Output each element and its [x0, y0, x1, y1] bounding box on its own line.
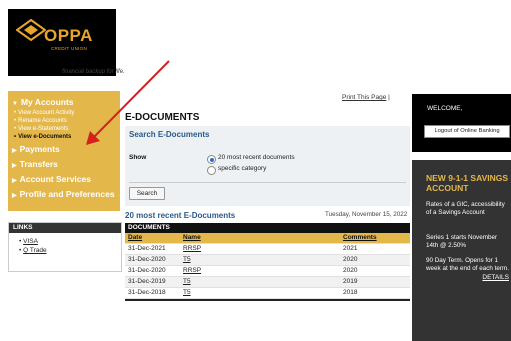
details-link[interactable]: DETAILS: [482, 274, 509, 281]
logo[interactable]: OPPA CREDIT UNION: [8, 9, 116, 76]
logout-button[interactable]: Logout of Online Banking: [424, 125, 510, 138]
links-box: LINKS • VISA • Q Trade: [8, 222, 122, 272]
print-page-link[interactable]: Print This Page |: [342, 94, 390, 101]
bullet-icon: •: [14, 110, 17, 116]
divider: [129, 182, 406, 183]
table-row: 31-Dec-2018 T5 2018: [125, 288, 410, 299]
search-title: Search E-Documents: [129, 130, 210, 139]
chevron-right-icon: ▶: [12, 178, 17, 184]
show-label: Show: [129, 154, 147, 161]
nav-account-services[interactable]: ▶ Account Services: [12, 174, 91, 184]
welcome-box: WELCOME, Logout of Online Banking: [412, 94, 511, 152]
bullet-icon: •: [14, 134, 17, 140]
table-row: 31-Dec-2021 RRSP 2021: [125, 244, 410, 255]
document-link[interactable]: T5: [183, 288, 191, 298]
link-qtrade[interactable]: • Q Trade: [19, 247, 47, 254]
links-header: LINKS: [9, 223, 121, 233]
chevron-right-icon: ▶: [12, 163, 17, 169]
promo-text: 90 Day Term. Opens for 1 week at the end…: [426, 257, 509, 272]
links-title: LINKS: [13, 224, 33, 231]
nav-my-accounts[interactable]: ▼ My Accounts: [12, 97, 74, 107]
chevron-right-icon: ▶: [12, 193, 17, 199]
brand-name: OPPA: [44, 26, 93, 45]
nav-view-e-documents[interactable]: • View e-Documents: [14, 134, 71, 140]
bullet-icon: •: [14, 126, 17, 132]
chevron-down-icon: ▼: [12, 101, 18, 107]
page-title: E-DOCUMENTS: [125, 112, 200, 123]
brand-sub: CREDIT UNION: [51, 46, 88, 51]
document-link[interactable]: T5: [183, 255, 191, 265]
document-link[interactable]: RRSP: [183, 244, 201, 254]
search-panel: Search E-Documents Show 20 most recent d…: [125, 126, 410, 206]
documents-table: DOCUMENTS Date Name Comments 31-Dec-2021…: [125, 223, 410, 301]
table-row: 31-Dec-2019 T5 2019: [125, 277, 410, 288]
diamond-logo-icon: [16, 19, 46, 41]
bullet-icon: •: [14, 118, 17, 124]
chevron-right-icon: ▶: [12, 148, 17, 154]
table-row: 31-Dec-2020 T5 2020: [125, 255, 410, 266]
radio-category-label[interactable]: specific category: [218, 165, 266, 172]
welcome-text: WELCOME,: [427, 105, 463, 112]
table-row: 31-Dec-2020 RRSP 2020: [125, 266, 410, 277]
nav-profile-preferences[interactable]: ▶ Profile and Preferences: [12, 189, 115, 199]
nav-payments[interactable]: ▶ Payments: [12, 144, 60, 154]
radio-category[interactable]: [207, 166, 216, 175]
promo-text: Series 1 starts November 14th @ 2.50%: [426, 234, 498, 249]
table-header-row: Date Name Comments: [125, 233, 410, 244]
search-button[interactable]: Search: [129, 187, 165, 200]
col-comments[interactable]: Comments: [343, 233, 377, 243]
table-title: DOCUMENTS: [125, 223, 410, 233]
current-date: Tuesday, November 15, 2022: [325, 211, 408, 218]
recent-title: 20 most recent E-Documents: [125, 211, 236, 220]
document-link[interactable]: T5: [183, 277, 191, 287]
promo-panel: NEW 9-1-1 SAVINGS ACCOUNT Rates of a GIC…: [412, 160, 511, 341]
nav-rename-accounts[interactable]: • Rename Accounts: [14, 118, 67, 124]
promo-text: Rates of a GIC, accessibility of a Savin…: [426, 201, 505, 216]
link-visa[interactable]: • VISA: [19, 238, 38, 245]
document-link[interactable]: RRSP: [183, 266, 201, 276]
promo-title: NEW 9-1-1 SAVINGS ACCOUNT: [426, 173, 509, 193]
nav-view-e-statements[interactable]: • View e-Statements: [14, 126, 68, 132]
radio-recent[interactable]: [207, 155, 216, 164]
sidebar-nav: ▼ My Accounts • View Account Activity • Ren…: [8, 91, 120, 211]
col-name[interactable]: Name: [183, 233, 201, 243]
radio-recent-label[interactable]: 20 most recent documents: [218, 154, 295, 161]
tagline: financial backup for life.: [62, 69, 125, 75]
nav-transfers[interactable]: ▶ Transfers: [12, 159, 58, 169]
table-bottom-rule: [125, 299, 410, 301]
nav-view-account-activity[interactable]: • View Account Activity: [14, 110, 74, 116]
col-date[interactable]: Date: [128, 233, 142, 243]
